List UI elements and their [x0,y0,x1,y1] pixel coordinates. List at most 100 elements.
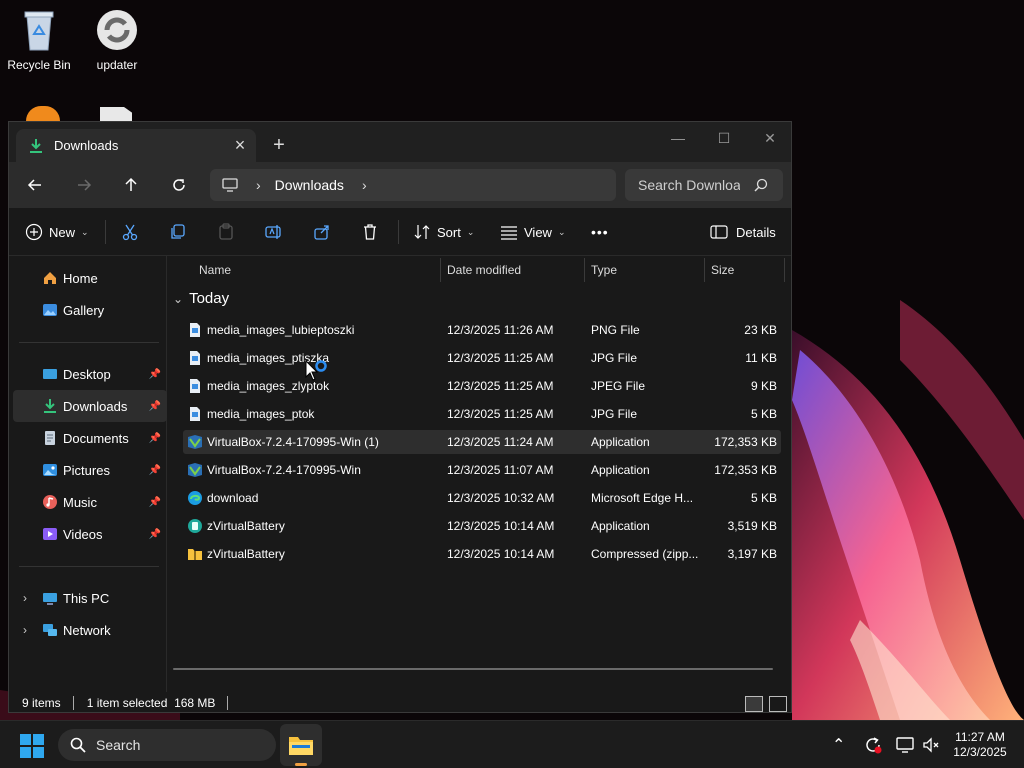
sidebar-item-label: Documents [63,430,129,446]
file-row[interactable]: zVirtualBattery 12/3/2025 10:14 AM Applica… [183,514,781,538]
close-button[interactable]: ✕ [755,130,785,147]
up-button[interactable] [118,173,144,197]
sidebar-item-label: Downloads [63,398,128,414]
column-divider[interactable] [440,258,441,282]
pin-icon[interactable]: 📌 [149,369,161,380]
new-button[interactable]: New ⌄ [25,220,89,244]
desktop-icon [41,365,59,383]
sidebar-item-music[interactable]: Music 📌 [13,486,167,518]
pin-icon[interactable]: 📌 [149,465,161,476]
sidebar-item-network[interactable]: › Network [13,614,167,646]
gallery-icon [41,301,59,319]
column-header-type[interactable]: Type [591,256,617,284]
view-list-icon [501,226,517,240]
chevron-right-icon[interactable]: › [23,623,27,637]
chevron-down-icon: ⌄ [466,226,475,237]
pin-icon[interactable]: 📌 [149,529,161,540]
tiles-view-toggle[interactable] [769,696,787,712]
desktop-icon-label: Recycle Bin [7,58,71,72]
forward-button[interactable] [71,173,97,197]
file-row[interactable]: VirtualBox-7.2.4-170995-Win (1) 12/3/2025… [183,430,781,454]
pin-icon[interactable]: 📌 [149,433,161,444]
windows-start-icon[interactable] [20,734,44,758]
sidebar-item-gallery[interactable]: Gallery [13,294,167,326]
search-input[interactable]: Search Downloa [625,169,783,201]
pin-icon[interactable]: 📌 [149,401,161,412]
volume-muted-icon[interactable] [922,736,940,754]
desktop-icon-updater[interactable]: updater [78,8,156,72]
file-row[interactable]: media_images_lubieptoszki 12/3/2025 11:26… [183,318,781,342]
sidebar-item-desktop[interactable]: Desktop 📌 [13,358,167,390]
tab-downloads[interactable]: Downloads × [16,129,256,162]
minimize-button[interactable]: — [663,130,693,146]
column-header-name[interactable]: Name [199,256,231,284]
file-row[interactable]: download 12/3/2025 10:32 AM Microsoft Edge… [183,486,781,510]
chevron-up-icon[interactable]: ⌃ [832,735,845,755]
share-button[interactable] [313,220,331,244]
file-row[interactable]: media_images_ptiszka 12/3/2025 11:25 AM JP… [183,346,781,370]
taskbar-search[interactable]: Search [58,729,276,761]
delete-button[interactable] [361,220,379,244]
column-divider[interactable] [584,258,585,282]
group-header-today[interactable]: ⌄ Today [173,290,229,307]
paste-button[interactable] [217,220,235,244]
breadcrumb-downloads[interactable]: Downloads [275,177,344,193]
back-button[interactable] [22,173,48,197]
divider [72,696,74,710]
chevron-right-icon[interactable]: › [23,591,27,605]
rename-button[interactable] [265,220,283,244]
refresh-icon [173,179,185,191]
copy-button[interactable] [169,220,187,244]
more-options-button[interactable]: ••• [591,220,609,244]
column-header-size[interactable]: Size [711,256,734,284]
details-pane-button[interactable]: Details [710,220,776,244]
file-row[interactable]: media_images_ptok 12/3/2025 11:25 AM JPG F… [183,402,781,426]
refresh-button[interactable] [166,173,192,197]
file-row[interactable]: media_images_zlyptok 12/3/2025 11:25 AM JP… [183,374,781,398]
column-divider[interactable] [784,258,785,282]
navigation-pane: Home Gallery Desktop 📌 Downloads 📌 Docum… [9,256,167,692]
file-date-modified: 12/3/2025 11:26 AM [447,323,554,337]
tab-close-icon[interactable]: × [228,135,252,156]
new-tab-button[interactable]: + [267,134,291,157]
view-button[interactable]: View ⌄ [500,220,566,244]
sidebar-item-downloads[interactable]: Downloads 📌 [13,390,167,422]
sidebar-item-label: Network [63,622,111,638]
display-icon[interactable] [896,736,914,754]
system-clock[interactable]: 11:27 AM 12/3/2025 [942,730,1018,760]
column-header-date[interactable]: Date modified [447,256,521,284]
sidebar-item-documents[interactable]: Documents 📌 [13,422,167,454]
virtualbox-icon [187,434,203,450]
column-divider[interactable] [704,258,705,282]
more-icon: ••• [591,224,609,240]
divider [19,342,159,343]
divider [105,220,106,244]
horizontal-scrollbar[interactable] [173,668,773,670]
arrow-left-icon [27,179,41,191]
mouse-cursor [305,360,327,381]
sidebar-item-videos[interactable]: Videos 📌 [13,518,167,550]
file-row[interactable]: VirtualBox-7.2.4-170995-Win 12/3/2025 11:… [183,458,781,482]
chevron-right-icon[interactable]: › [362,177,367,193]
sidebar-item-pictures[interactable]: Pictures 📌 [13,454,167,486]
pin-icon[interactable]: 📌 [149,497,161,508]
sidebar-item-home[interactable]: Home [13,262,167,294]
details-view-toggle[interactable] [745,696,763,712]
file-row[interactable]: zVirtualBattery 12/3/2025 10:14 AM Compres… [183,542,781,566]
sidebar-item-this-pc[interactable]: › This PC [13,582,167,614]
details-label: Details [736,224,776,240]
chevron-right-icon[interactable]: › [256,177,261,193]
virtualbox-icon [187,462,203,478]
sync-icon[interactable] [864,736,882,754]
network-icon [41,621,59,639]
maximize-button[interactable]: ☐ [709,130,739,147]
sort-button[interactable]: Sort ⌄ [413,220,474,244]
address-bar[interactable]: › Downloads › [210,169,616,201]
file-type: JPG File [591,351,638,365]
desktop-icon-recycle-bin[interactable]: Recycle Bin [0,8,78,72]
file-explorer-window: Downloads × + — ☐ ✕ › Downloads › Search… [8,121,792,713]
copy-icon [171,224,185,239]
taskbar-file-explorer[interactable] [280,724,322,766]
cut-button[interactable] [121,220,139,244]
file-date-modified: 12/3/2025 11:24 AM [447,435,554,449]
